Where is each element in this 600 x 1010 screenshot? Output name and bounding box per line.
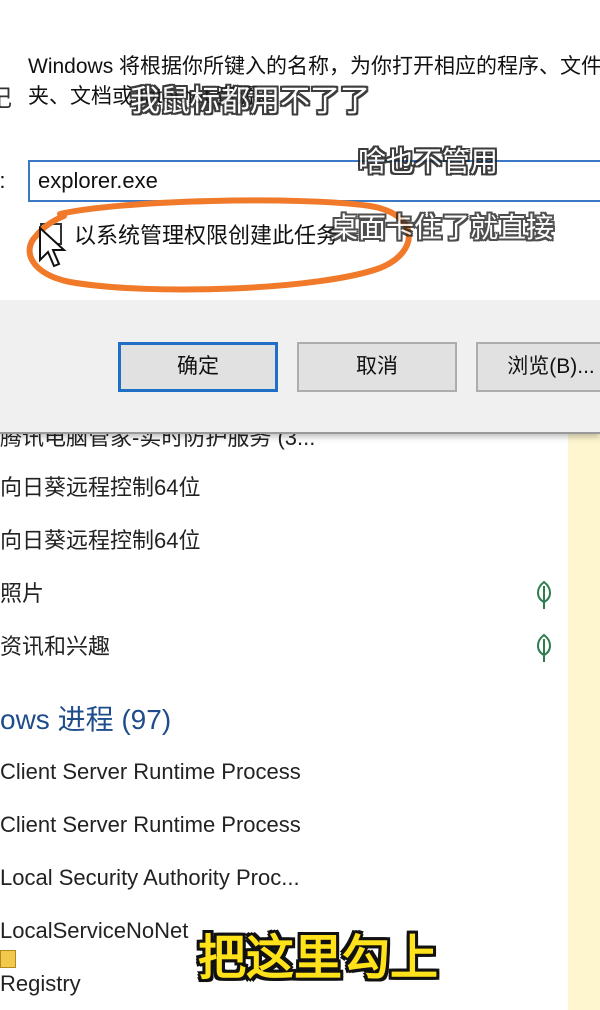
task-row-label: 照片 (0, 581, 45, 606)
overlay-caption: 桌面卡住了就直接 (330, 212, 555, 243)
task-row[interactable]: 资讯和兴趣 (0, 627, 110, 667)
dialog-content (0, 0, 600, 300)
task-row-label: 向日葵远程控制64位 (0, 475, 201, 500)
process-row[interactable]: Client Server Runtime Process (0, 805, 301, 845)
admin-checkbox-label[interactable]: 以系统管理权限创建此任务 (74, 218, 338, 250)
task-row-label: 资讯和兴趣 (0, 634, 111, 659)
process-row[interactable]: LocalServiceNoNet (0, 911, 188, 951)
process-label: Local Security Authority Proc... (0, 865, 300, 890)
task-row[interactable]: 向日葵远程控制64位 (0, 521, 200, 561)
scroll-strip (568, 430, 600, 1010)
process-row[interactable]: Registry (0, 964, 81, 1004)
leaf-icon (533, 633, 555, 663)
open-input[interactable] (28, 160, 600, 202)
browse-button[interactable]: 浏览(B)... (476, 342, 600, 392)
task-row[interactable]: 向日葵远程控制64位 (0, 468, 200, 508)
process-label: Registry (0, 971, 81, 996)
process-label: LocalServiceNoNet (0, 918, 189, 943)
overlay-caption-main: 把这里勾上 (198, 932, 439, 985)
admin-checkbox-row[interactable]: 以系统管理权限创建此任务 (40, 220, 338, 248)
task-row[interactable]: 照片 (0, 574, 44, 614)
ok-button[interactable]: 确定 (118, 342, 278, 392)
mouse-cursor-icon (39, 226, 67, 268)
open-label: ): (0, 168, 5, 194)
process-label: Client Server Runtime Process (0, 759, 301, 784)
cropped-icon-text: 记 (0, 78, 12, 113)
overlay-caption: 我鼠标都用不了了 (130, 85, 370, 118)
leaf-icon (533, 580, 555, 610)
process-row[interactable]: Client Server Runtime Process (0, 752, 301, 792)
process-label: Client Server Runtime Process (0, 812, 301, 837)
process-row[interactable]: Local Security Authority Proc... (0, 858, 300, 898)
cancel-button[interactable]: 取消 (297, 342, 457, 392)
task-row-label: 向日葵远程控制64位 (0, 528, 201, 553)
overlay-caption: 啥也不管用 (358, 146, 499, 177)
process-group-header[interactable]: ows 进程 (97) (0, 698, 171, 738)
